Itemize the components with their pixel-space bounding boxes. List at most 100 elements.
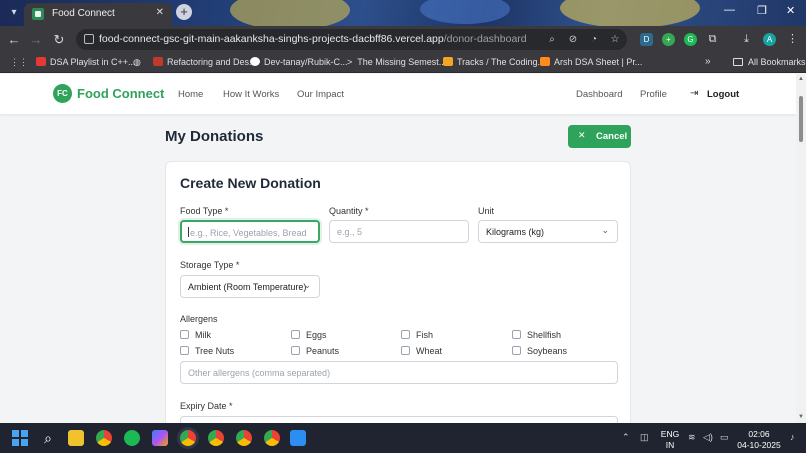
allergen-label: Tree Nuts	[195, 346, 235, 356]
checkbox[interactable]	[401, 346, 410, 355]
extension-d-icon[interactable]: D	[640, 33, 653, 46]
extension-plus-icon[interactable]: +	[662, 33, 675, 46]
apps-grid-icon[interactable]: ⋮⋮	[10, 57, 28, 68]
chevron-down-icon: ⌄	[601, 225, 609, 235]
spotify-icon[interactable]	[124, 430, 140, 446]
bookmark-item[interactable]: Refactoring and Des...	[153, 57, 257, 67]
nav-our-impact[interactable]: Our Impact	[297, 89, 344, 100]
storage-type-label: Storage Type *	[180, 260, 240, 270]
scroll-up-icon[interactable]: ▲	[798, 76, 804, 82]
scroll-down-icon[interactable]: ▼	[798, 414, 804, 420]
logo-badge[interactable]: FC	[53, 84, 72, 103]
page-scrollbar[interactable]: ▲ ▼	[796, 74, 806, 423]
minimize-icon[interactable]: —	[724, 4, 735, 16]
checkbox[interactable]	[512, 346, 521, 355]
nav-logout[interactable]: Logout	[707, 89, 739, 100]
address-bar[interactable]: food-connect-gsc-git-main-aakanksha-sing…	[76, 29, 627, 50]
eye-off-icon[interactable]: ⊘	[567, 34, 579, 46]
bookmark-item[interactable]: Arsh DSA Sheet | Pr...	[540, 57, 642, 67]
download-icon[interactable]: ⤓	[740, 33, 753, 46]
cancel-button[interactable]: ✕ Cancel	[568, 125, 631, 148]
allergen-checkbox-tree-nuts[interactable]: Tree Nuts	[180, 346, 234, 356]
brand-name[interactable]: Food Connect	[77, 86, 164, 101]
bookmark-item[interactable]: Tracks / The Coding...	[443, 57, 545, 67]
food-type-input[interactable]: e.g., Rice, Vegetables, Bread	[180, 220, 320, 243]
flame-icon	[540, 57, 550, 66]
performance-icon[interactable]: ◔	[588, 34, 600, 46]
tab-food-connect[interactable]: Food Connect ✕	[24, 3, 172, 26]
scrollbar-thumb[interactable]	[799, 96, 803, 142]
youtube-icon	[36, 57, 46, 66]
allergen-checkbox-shellfish[interactable]: Shellfish	[512, 330, 561, 340]
quantity-input[interactable]: e.g., 5	[329, 220, 469, 243]
clock-time: 02:06	[748, 429, 770, 439]
checkbox[interactable]	[291, 330, 300, 339]
bookmark-item[interactable]: > The Missing Semest...	[347, 57, 446, 67]
allergen-checkbox-soybeans[interactable]: Soybeans	[512, 346, 567, 356]
checkbox[interactable]	[512, 330, 521, 339]
copilot-icon[interactable]	[152, 430, 168, 446]
file-explorer-icon[interactable]	[68, 430, 84, 446]
bookmarks-overflow-icon[interactable]: »	[705, 56, 711, 67]
nav-how-it-works[interactable]: How It Works	[223, 89, 279, 100]
globe-icon[interactable]: ◍	[133, 57, 141, 68]
allergen-label: Fish	[416, 330, 434, 340]
browser-menu-icon[interactable]: ⋮	[786, 33, 799, 46]
nav-dashboard[interactable]: Dashboard	[576, 89, 622, 100]
allergen-checkbox-fish[interactable]: Fish	[401, 330, 433, 340]
bookmark-label: Arsh DSA Sheet | Pr...	[554, 57, 643, 67]
checkbox[interactable]	[401, 330, 410, 339]
allergen-checkbox-wheat[interactable]: Wheat	[401, 346, 442, 356]
all-bookmarks[interactable]: All Bookmarks	[733, 57, 806, 67]
clock[interactable]: 02:06 04-10-2025	[736, 429, 782, 451]
reload-icon[interactable]: ↻	[51, 32, 67, 48]
logout-icon[interactable]: ⇥	[690, 88, 698, 99]
chevron-up-icon[interactable]: ⌃	[622, 432, 630, 443]
volume-icon[interactable]: ◁)	[703, 432, 713, 443]
url-path: /donor-dashboard	[443, 33, 527, 45]
allergen-checkbox-eggs[interactable]: Eggs	[291, 330, 327, 340]
allergen-checkbox-peanuts[interactable]: Peanuts	[291, 346, 339, 356]
battery-icon[interactable]: ▭	[720, 432, 729, 443]
checkbox[interactable]	[180, 346, 189, 355]
chrome-profile-icon[interactable]	[208, 430, 224, 446]
extensions-puzzle-icon[interactable]: ⧉	[706, 33, 719, 46]
forward-icon[interactable]: →	[28, 32, 44, 48]
quantity-label: Quantity *	[329, 206, 369, 216]
wifi-icon[interactable]: ≋	[688, 432, 696, 443]
expiry-date-input[interactable]	[180, 416, 618, 423]
nav-profile[interactable]: Profile	[640, 89, 667, 100]
storage-type-select[interactable]: Ambient (Room Temperature) ⌄	[180, 275, 320, 298]
site-info-icon[interactable]	[84, 34, 94, 44]
widget-icon[interactable]: ◫	[640, 432, 649, 443]
zoom-search-icon[interactable]: ⌕	[546, 34, 558, 46]
search-icon[interactable]: ⌕	[40, 430, 56, 446]
close-window-icon[interactable]: ✕	[786, 4, 795, 17]
profile-avatar[interactable]: A	[763, 33, 776, 46]
vscode-icon[interactable]	[290, 430, 306, 446]
bookmark-star-icon[interactable]: ☆	[609, 34, 621, 46]
chrome-icon[interactable]	[96, 430, 112, 446]
bookmark-item[interactable]: Dev-tanay/Rubik-C...	[250, 57, 348, 67]
text-caret	[188, 227, 189, 237]
notification-bell-icon[interactable]: ♪	[790, 432, 795, 442]
chrome-profile-icon[interactable]	[236, 430, 252, 446]
chrome-profile-icon[interactable]	[264, 430, 280, 446]
extension-grammarly-icon[interactable]: G	[684, 33, 697, 46]
back-icon[interactable]: ←	[6, 32, 22, 48]
windows-start-icon[interactable]	[12, 430, 28, 446]
language-indicator[interactable]: ENG IN	[658, 429, 682, 451]
unit-select[interactable]: Kilograms (kg) ⌄	[478, 220, 618, 243]
checkbox[interactable]	[180, 330, 189, 339]
tab-search-icon[interactable]: ▾	[6, 6, 22, 20]
restore-icon[interactable]: ❐	[757, 4, 767, 17]
chrome-profile-icon[interactable]	[180, 430, 196, 446]
nav-home[interactable]: Home	[178, 89, 203, 100]
checkbox[interactable]	[291, 346, 300, 355]
bookmark-item[interactable]: DSA Playlist in C++...	[36, 57, 136, 67]
new-tab-button[interactable]: +	[176, 4, 192, 20]
allergen-checkbox-milk[interactable]: Milk	[180, 330, 211, 340]
tab-close-icon[interactable]: ✕	[156, 7, 164, 18]
other-allergens-input[interactable]: Other allergens (comma separated)	[180, 361, 618, 384]
all-bookmarks-label: All Bookmarks	[748, 57, 806, 67]
